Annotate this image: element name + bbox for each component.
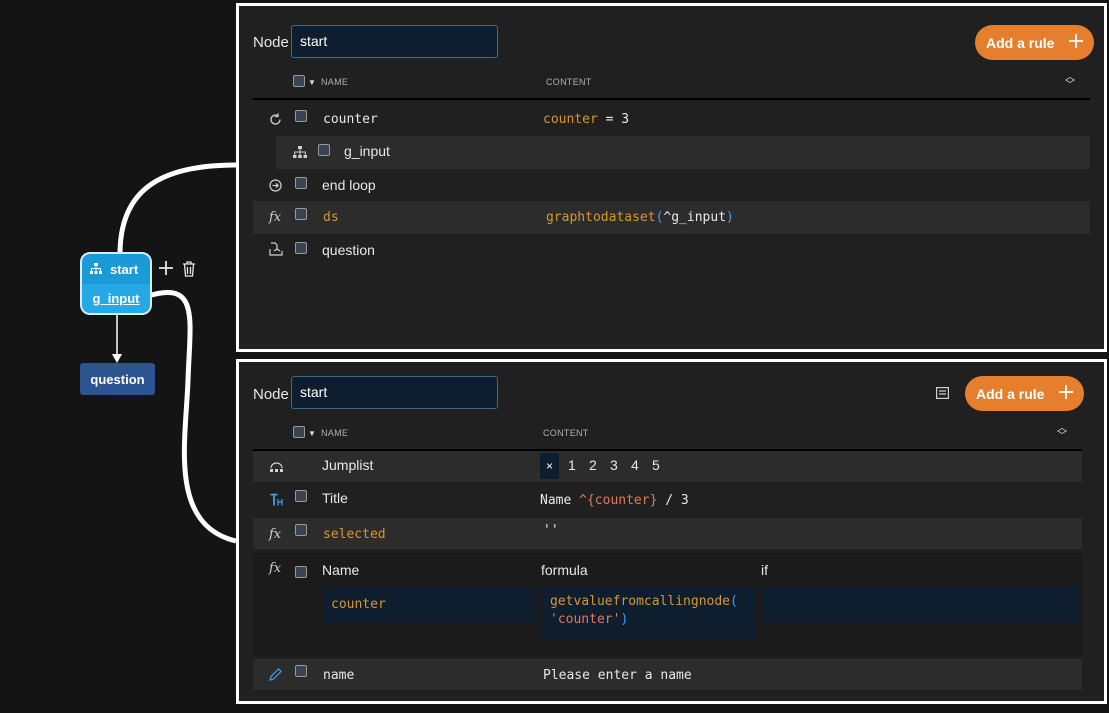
row-checkbox[interactable] xyxy=(295,110,307,122)
rule-row-ds[interactable]: fx ds graphtodataset(^g_input) xyxy=(253,201,1090,234)
column-name: NAME xyxy=(321,77,349,87)
rule-content: counter = 3 xyxy=(543,112,630,127)
rule-name: g_input xyxy=(344,143,390,159)
jumplist-item[interactable]: 1 xyxy=(568,457,576,473)
add-rule-button[interactable]: Add a rule xyxy=(965,376,1085,411)
rule-row-formula[interactable]: fx Name formula if counter getvaluefromc… xyxy=(253,553,1082,656)
node-label: Node xyxy=(253,386,289,403)
node-label: Node xyxy=(253,34,289,51)
rule-name: counter xyxy=(323,112,378,127)
rule-row-title[interactable]: Title Name ^{counter} / 3 xyxy=(253,483,1082,517)
formula-input[interactable]: getvaluefromcallingnode('counter') xyxy=(542,587,756,640)
plus-icon[interactable] xyxy=(158,260,174,281)
if-column-header: if xyxy=(761,562,768,578)
sort-icon[interactable]: ︿ ﹀ xyxy=(1057,424,1067,442)
rule-name: name xyxy=(323,668,355,683)
add-rule-label: Add a rule xyxy=(986,34,1055,51)
graph-node-start[interactable]: start g_input xyxy=(82,254,150,313)
select-all-checkbox[interactable] xyxy=(293,75,305,87)
loop-icon xyxy=(269,113,282,129)
rule-name: end loop xyxy=(322,177,376,193)
rule-row-counter[interactable]: counter counter = 3 xyxy=(253,103,1090,136)
row-checkbox[interactable] xyxy=(295,208,307,220)
rule-row-jumplist[interactable]: Jumplist × 1 2 3 4 5 xyxy=(253,451,1082,482)
row-checkbox[interactable] xyxy=(295,566,307,578)
name-column-header: Name xyxy=(322,562,360,578)
jumplist-item[interactable]: 3 xyxy=(610,457,618,473)
plus-icon xyxy=(1058,384,1074,403)
table-header: ▼ NAME CONTENT ︿ ﹀ xyxy=(253,68,1090,100)
rule-row-g-input[interactable]: g_input xyxy=(276,136,1090,169)
trash-icon[interactable] xyxy=(182,261,196,282)
function-icon: fx xyxy=(269,561,282,576)
row-checkbox[interactable] xyxy=(295,177,307,189)
if-input[interactable] xyxy=(762,587,1080,623)
hierarchy-icon xyxy=(90,262,102,277)
row-checkbox[interactable] xyxy=(318,144,330,156)
jumplist-close-button[interactable]: × xyxy=(540,453,560,479)
select-all-checkbox[interactable] xyxy=(293,426,305,438)
row-checkbox[interactable] xyxy=(295,524,307,536)
end-loop-icon xyxy=(269,179,282,195)
row-checkbox[interactable] xyxy=(295,242,307,254)
table-header: ▼ NAME CONTENT ︿ ﹀ xyxy=(253,419,1082,451)
rule-row-end-loop[interactable]: end loop xyxy=(253,169,1090,201)
rule-name: question xyxy=(322,242,375,258)
row-checkbox[interactable] xyxy=(295,665,307,677)
rules-panel-top: Node start Add a rule ▼ NAME CONTENT ︿ ﹀ … xyxy=(236,3,1107,352)
column-content: CONTENT xyxy=(543,428,589,438)
row-checkbox[interactable] xyxy=(295,490,307,502)
plus-icon xyxy=(1068,33,1084,52)
start-node-subtitle[interactable]: g_input xyxy=(82,284,150,313)
question-icon xyxy=(269,242,283,259)
rule-name: ds xyxy=(323,210,339,225)
rule-content: Name ^{counter} / 3 xyxy=(540,493,689,508)
column-content: CONTENT xyxy=(546,77,592,87)
column-name: NAME xyxy=(321,428,349,438)
jumplist-item[interactable]: 2 xyxy=(589,457,597,473)
rule-name: Title xyxy=(322,490,348,506)
start-node-title: start xyxy=(110,261,139,277)
function-icon: fx xyxy=(269,527,282,542)
rule-name: selected xyxy=(323,527,386,542)
pencil-icon xyxy=(269,668,282,684)
rule-content: Please enter a name xyxy=(543,668,692,683)
node-name-input[interactable]: start xyxy=(291,25,498,58)
jumplist-item[interactable]: 4 xyxy=(631,457,639,473)
collapse-icon[interactable] xyxy=(936,386,950,404)
node-name-input[interactable]: start xyxy=(291,376,498,409)
function-icon: fx xyxy=(269,210,282,225)
jumplist-icon xyxy=(269,460,284,475)
graph-node-question[interactable]: question xyxy=(80,363,155,395)
formula-column-header: formula xyxy=(541,562,588,578)
rule-name: Jumplist xyxy=(322,457,374,473)
rule-content: '' xyxy=(543,523,559,538)
add-rule-button[interactable]: Add a rule xyxy=(975,25,1095,60)
formula-name-input[interactable]: counter xyxy=(323,587,536,623)
hierarchy-icon xyxy=(293,146,307,161)
rule-row-question[interactable]: question xyxy=(253,234,1090,266)
rule-content: graphtodataset(^g_input) xyxy=(546,210,734,225)
chevron-down-icon[interactable]: ▼ xyxy=(308,429,316,438)
add-rule-label: Add a rule xyxy=(976,385,1045,402)
chevron-down-icon[interactable]: ▼ xyxy=(308,78,316,87)
rule-row-name[interactable]: name Please enter a name xyxy=(253,659,1082,690)
title-icon xyxy=(270,493,283,509)
rules-panel-bottom: Node start Add a rule ▼ NAME CONTENT ︿ ﹀ … xyxy=(236,359,1107,704)
rule-row-selected[interactable]: fx selected '' xyxy=(253,518,1082,549)
jumplist-item[interactable]: 5 xyxy=(652,457,660,473)
sort-icon[interactable]: ︿ ﹀ xyxy=(1065,73,1075,91)
